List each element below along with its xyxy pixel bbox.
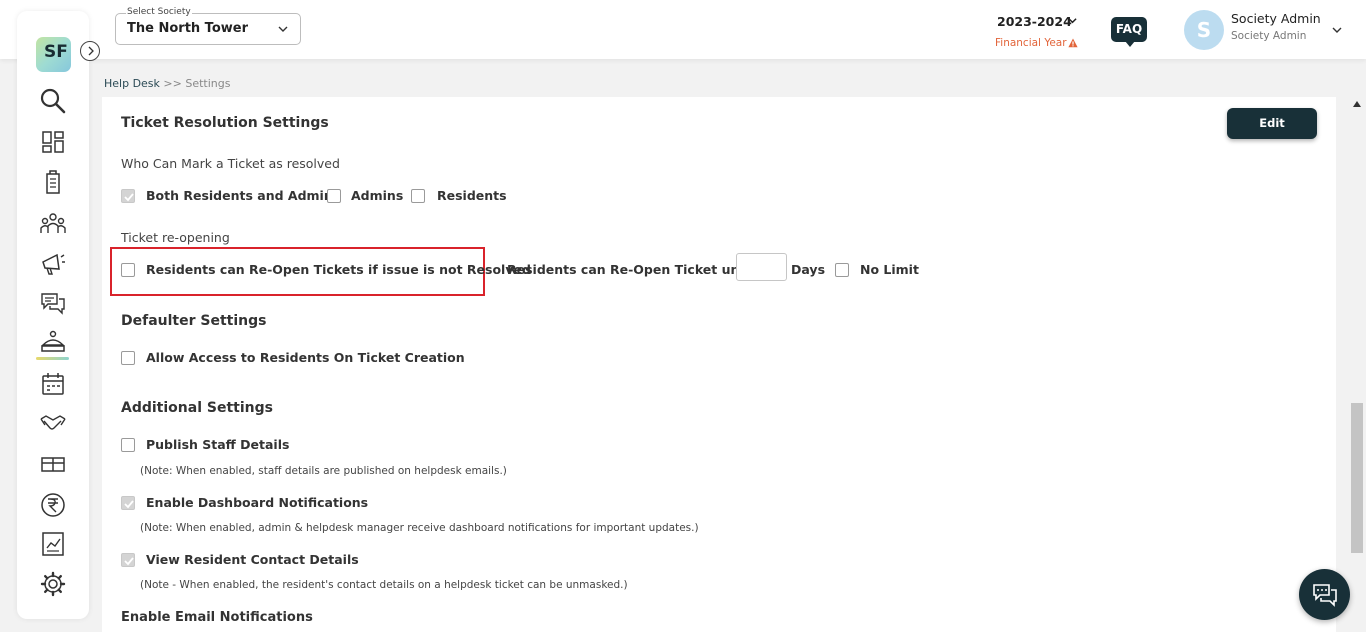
defaulter-option-label: Allow Access to Residents On Ticket Crea… — [146, 350, 465, 365]
faq-button[interactable]: FAQ — [1111, 17, 1147, 47]
helpdesk-icon[interactable] — [39, 329, 67, 357]
sidebar-toggle-button[interactable] — [80, 41, 100, 61]
checkbox-reopen-tickets[interactable] — [121, 263, 135, 277]
checkbox-admins[interactable] — [327, 189, 341, 203]
additional-settings-title: Additional Settings — [121, 400, 273, 416]
sidebar: SF — [17, 11, 89, 619]
reopen-days-input[interactable] — [736, 253, 787, 281]
checkbox-both-residents-admins[interactable] — [121, 189, 135, 203]
email-notifications-title: Enable Email Notifications — [121, 610, 313, 625]
chevron-down-icon — [278, 26, 288, 32]
ticket-resolution-title: Ticket Resolution Settings — [121, 115, 329, 131]
additional-option-note: (Note: When enabled, admin & helpdesk ma… — [140, 522, 699, 534]
search-icon[interactable] — [39, 87, 67, 115]
who-can-resolve-label: Who Can Mark a Ticket as resolved — [121, 156, 340, 171]
checkbox-residents[interactable] — [411, 189, 425, 203]
checkmark-icon — [124, 557, 134, 566]
chat-support-button[interactable] — [1299, 569, 1350, 620]
additional-option-label: View Resident Contact Details — [146, 552, 359, 567]
checkmark-icon — [124, 500, 134, 509]
additional-option-label: Publish Staff Details — [146, 437, 290, 452]
additional-option-label: Enable Dashboard Notifications — [146, 495, 369, 510]
chevron-right-icon — [88, 46, 94, 56]
additional-option-note: (Note - When enabled, the resident's con… — [140, 579, 628, 591]
society-select-label: Select Society — [126, 7, 192, 17]
option-label: Admins — [351, 188, 404, 203]
dashboard-icon[interactable] — [39, 128, 67, 156]
scroll-up-arrow-icon[interactable] — [1353, 101, 1361, 107]
app-logo[interactable]: SF — [36, 37, 71, 72]
no-limit-label: No Limit — [860, 262, 919, 277]
handshake-icon[interactable] — [39, 409, 67, 437]
building-icon[interactable] — [39, 168, 67, 196]
checkmark-icon — [124, 193, 134, 202]
additional-option-note: (Note: When enabled, staff details are p… — [140, 465, 507, 477]
checkbox-allow-access-residents[interactable] — [121, 351, 135, 365]
breadcrumb: Help Desk >> Settings — [104, 77, 230, 90]
chat-icon — [1313, 584, 1337, 607]
settings-card: Ticket Resolution Settings Edit Who Can … — [102, 97, 1336, 632]
top-header: Select Society The North Tower 2023-2024… — [0, 0, 1366, 59]
warning-icon — [1068, 38, 1078, 48]
society-select-value: The North Tower — [127, 21, 248, 36]
announcement-icon[interactable] — [39, 249, 67, 277]
edit-button[interactable]: Edit — [1227, 108, 1317, 139]
logo-text: SF — [44, 42, 68, 62]
option-label: Residents — [437, 188, 507, 203]
amenities-icon[interactable] — [39, 450, 67, 478]
calendar-icon[interactable] — [39, 370, 67, 398]
option-label: Both Residents and Admins — [146, 188, 341, 203]
active-indicator — [36, 357, 69, 360]
reports-icon[interactable] — [39, 530, 67, 558]
defaulter-settings-title: Defaulter Settings — [121, 313, 267, 329]
chat-bubbles-icon[interactable] — [39, 289, 67, 317]
scrollbar-thumb[interactable] — [1351, 403, 1363, 553]
checkbox-dashboard-notifications[interactable] — [121, 496, 135, 510]
breadcrumb-current: Settings — [185, 77, 231, 90]
days-label: Days — [791, 262, 826, 277]
chevron-down-icon[interactable] — [1332, 25, 1342, 35]
checkbox-no-limit[interactable] — [835, 263, 849, 277]
ticket-reopening-label: Ticket re-opening — [121, 230, 230, 245]
user-role: Society Admin — [1231, 30, 1307, 42]
settings-icon[interactable] — [39, 570, 67, 598]
rupee-icon[interactable] — [39, 491, 67, 519]
checkbox-view-resident-contact[interactable] — [121, 553, 135, 567]
financial-year-label: Financial Year — [995, 37, 1067, 49]
breadcrumb-separator: >> — [163, 77, 182, 90]
chevron-down-icon — [1068, 18, 1077, 24]
financial-year-value: 2023-2024 — [997, 14, 1072, 29]
reopen-until-label: Residents can Re-Open Ticket until — [507, 262, 754, 277]
breadcrumb-help-desk[interactable]: Help Desk — [104, 77, 160, 90]
residents-icon[interactable] — [39, 209, 67, 237]
society-select[interactable]: Select Society The North Tower — [115, 7, 301, 45]
reopen-option-label: Residents can Re-Open Tickets if issue i… — [146, 262, 531, 277]
user-name: Society Admin — [1231, 11, 1321, 26]
checkbox-publish-staff-details[interactable] — [121, 438, 135, 452]
avatar[interactable]: S — [1184, 10, 1224, 50]
